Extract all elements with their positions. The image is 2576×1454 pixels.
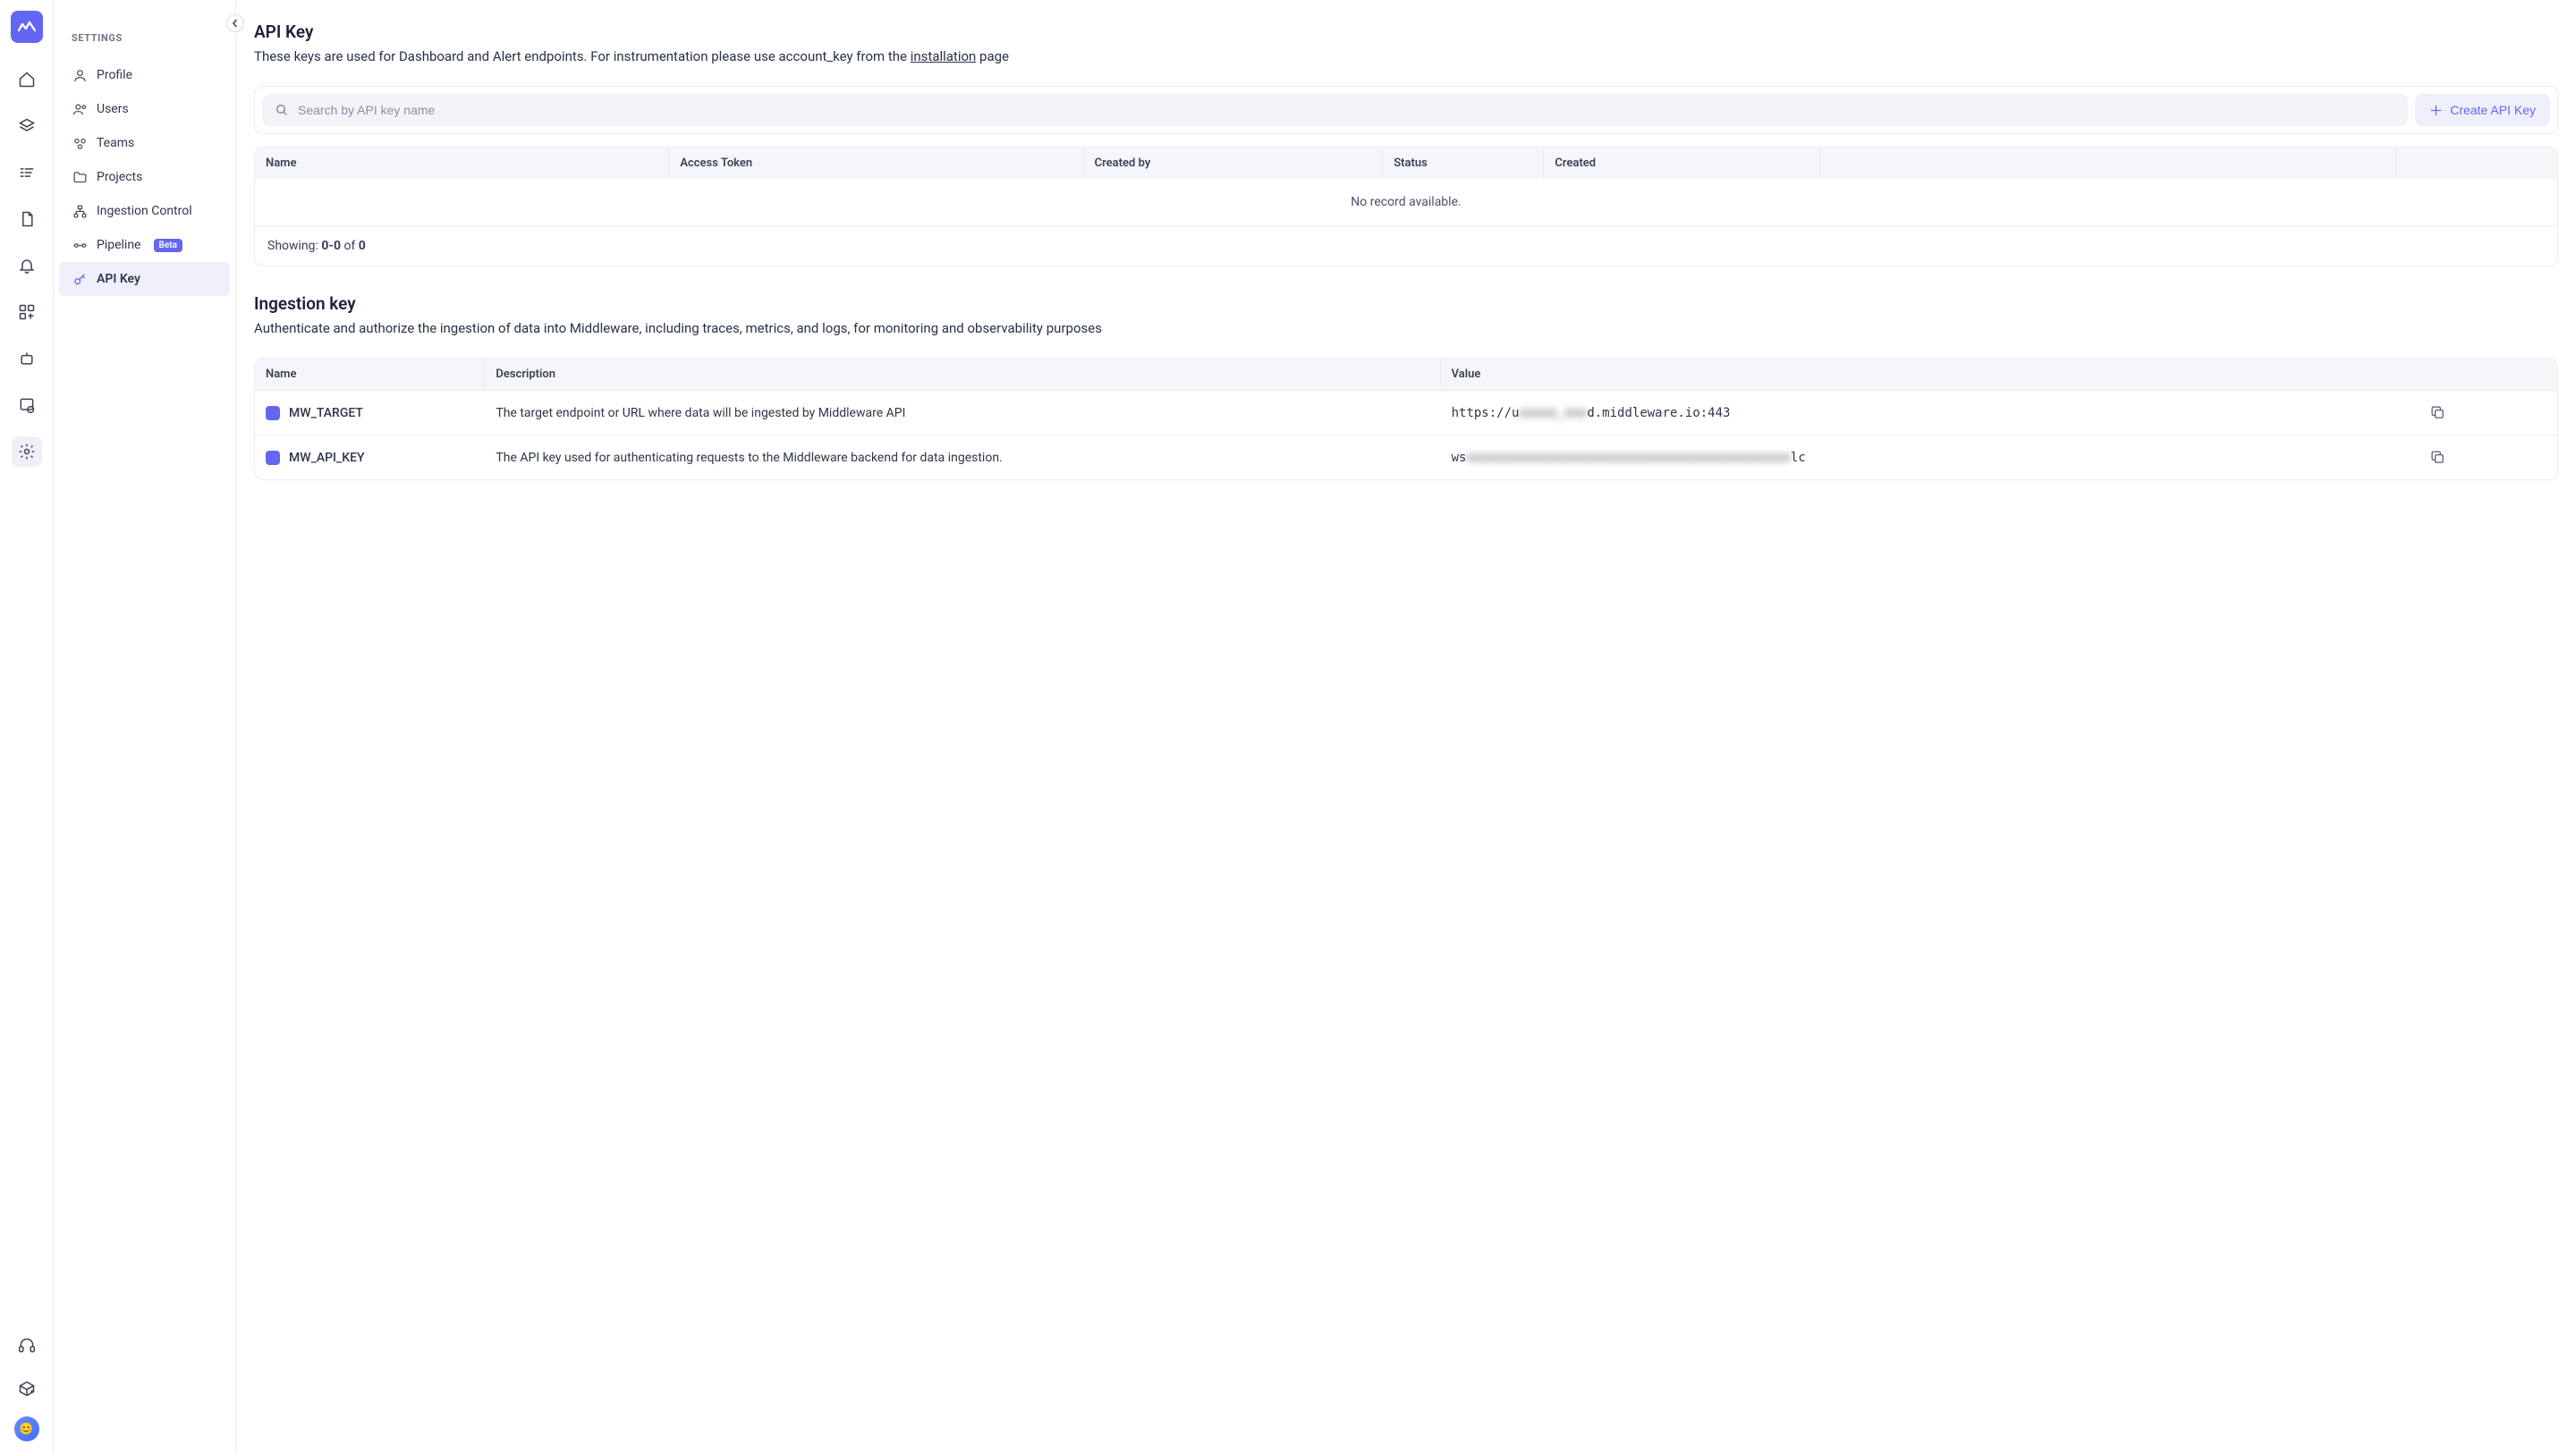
file-icon[interactable] [12, 204, 42, 234]
sidebar-item-projects[interactable]: Projects [54, 160, 235, 194]
col-created-by: Created by [1084, 148, 1384, 179]
collapse-sidebar-button[interactable] [226, 14, 244, 32]
col-status: Status [1383, 148, 1544, 179]
package-icon[interactable] [12, 1374, 42, 1404]
col-name: Name [255, 148, 669, 179]
synthetic-icon[interactable] [12, 390, 42, 420]
user-avatar[interactable]: 😊 [14, 1416, 39, 1441]
user-icon [72, 67, 88, 83]
search-box[interactable] [262, 94, 2408, 126]
beta-badge: Beta [154, 239, 182, 252]
table-row: MW_TARGET The target endpoint or URL whe… [255, 390, 2557, 435]
dashboard-icon[interactable] [12, 297, 42, 327]
sidebar-item-label: Projects [97, 170, 142, 184]
sidebar-item-users[interactable]: Users [54, 92, 235, 126]
sidebar-item-pipeline[interactable]: Pipeline Beta [54, 228, 235, 262]
create-api-key-button[interactable]: Create API Key [2415, 94, 2550, 126]
col-access-token: Access Token [669, 148, 1083, 179]
ingestion-desc: Authenticate and authorize the ingestion… [254, 319, 2558, 338]
bell-icon[interactable] [12, 250, 42, 281]
col-value: Value [1441, 359, 2557, 390]
table-row: MW_API_KEY The API key used for authenti… [255, 435, 2557, 479]
settings-icon[interactable] [12, 436, 42, 467]
apikey-table: Name Access Token Created by Status Crea… [254, 147, 2558, 266]
sidebar-item-label: Profile [97, 68, 132, 82]
value-cell: https://uxxxxx_xxxd.middleware.io:443 [1441, 392, 2419, 435]
value-cell: wsxxxxxxxxxxxxxxxxxxxxxxxxxxxxxxxxxxxxxx… [1441, 436, 2419, 479]
support-icon[interactable] [12, 1331, 42, 1361]
sidebar-heading: SETTINGS [54, 32, 235, 58]
sidebar-item-label: Users [97, 102, 129, 116]
sidebar-item-label: Teams [97, 136, 134, 150]
ingestion-title: Ingestion key [254, 293, 2558, 314]
col-name: Name [255, 359, 485, 390]
users-icon [72, 101, 88, 117]
hierarchy-icon [72, 203, 88, 219]
copy-icon[interactable] [2430, 450, 2541, 465]
sidebar-item-ingestion-control[interactable]: Ingestion Control [54, 194, 235, 228]
col-spacer2 [2396, 148, 2557, 179]
app-logo[interactable] [11, 11, 43, 43]
sidebar-item-label: Pipeline [97, 238, 141, 252]
teams-icon [72, 135, 88, 151]
table-footer: Showing: 0-0 of 0 [255, 225, 2557, 266]
key-icon [72, 271, 88, 287]
empty-state: No record available. [255, 179, 2557, 225]
copy-icon[interactable] [2430, 405, 2541, 420]
col-created: Created [1544, 148, 1820, 179]
sidebar-item-label: API Key [97, 272, 140, 286]
plus-icon [2429, 104, 2443, 117]
col-spacer1 [1820, 148, 2396, 179]
apikey-title: API Key [254, 21, 2558, 42]
col-description: Description [485, 359, 1440, 390]
installation-link[interactable]: installation [911, 48, 977, 64]
sidebar-item-label: Ingestion Control [97, 204, 192, 218]
robot-icon[interactable] [12, 343, 42, 374]
stack-icon[interactable] [12, 111, 42, 141]
list-icon[interactable] [12, 157, 42, 188]
pipeline-icon [72, 237, 88, 253]
mw-logo-icon [266, 406, 280, 420]
apikey-desc: These keys are used for Dashboard and Al… [254, 47, 2558, 66]
sidebar-item-api-key[interactable]: API Key [59, 262, 230, 296]
ingestion-table: Name Description Value MW_TARGET The tar… [254, 358, 2558, 480]
sidebar-item-profile[interactable]: Profile [54, 58, 235, 92]
search-input[interactable] [298, 103, 2395, 117]
sidebar-item-teams[interactable]: Teams [54, 126, 235, 160]
folder-icon [72, 169, 88, 185]
mw-logo-icon [266, 451, 280, 465]
search-icon [275, 103, 289, 117]
home-icon[interactable] [12, 64, 42, 95]
